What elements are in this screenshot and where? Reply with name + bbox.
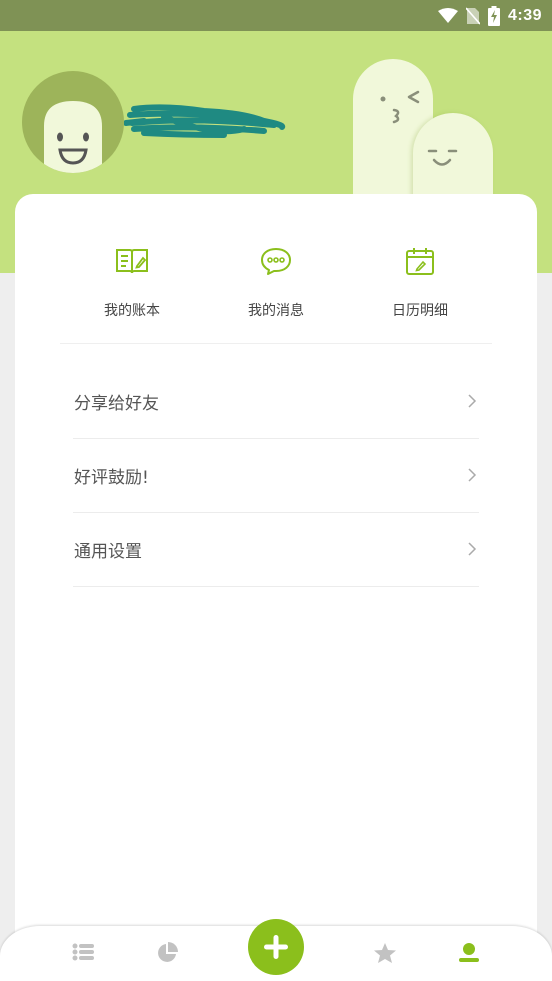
clock-time: 4:39 [507,6,542,24]
avatar[interactable] [22,71,124,173]
menu-item-label: 分享给好友 [74,394,159,414]
quick-action-my-ledger[interactable]: 我的账本 [60,234,204,343]
list-icon[interactable] [72,942,94,966]
status-bar: 4:39 [0,0,552,31]
menu-item-label: 好评鼓励! [74,468,149,488]
menu-item-general-settings[interactable]: 通用设置 [73,513,479,587]
quick-actions: 我的账本 我的消息 日历明细 [60,234,492,344]
calendar-icon [406,248,434,275]
chevron-right-icon [467,538,477,562]
username-redacted [124,104,286,138]
smiley-face-icon [44,101,102,173]
content-card: 我的账本 我的消息 日历明细 分享给好友 好评鼓励! 通用设置 [15,194,537,981]
battery-charging-icon [487,5,500,26]
pie-chart-icon[interactable] [156,942,178,968]
menu-item-rate[interactable]: 好评鼓励! [73,439,479,513]
star-icon[interactable] [373,942,397,968]
add-icon[interactable] [248,919,304,975]
ledger-book-icon [116,249,148,274]
quick-action-label: 我的账本 [104,303,160,319]
wifi-icon [437,7,458,24]
chevron-right-icon [467,390,477,414]
menu-item-share[interactable]: 分享给好友 [73,365,479,439]
user-icon[interactable] [458,942,480,968]
settings-menu: 分享给好友 好评鼓励! 通用设置 [73,365,479,587]
chat-bubble-icon [261,248,291,275]
menu-item-label: 通用设置 [74,542,142,562]
quick-action-calendar-details[interactable]: 日历明细 [348,234,492,343]
quick-action-label: 日历明细 [392,303,448,319]
no-sim-icon [465,6,480,25]
chevron-right-icon [467,464,477,488]
quick-action-label: 我的消息 [248,303,304,319]
quick-action-my-messages[interactable]: 我的消息 [204,234,348,343]
